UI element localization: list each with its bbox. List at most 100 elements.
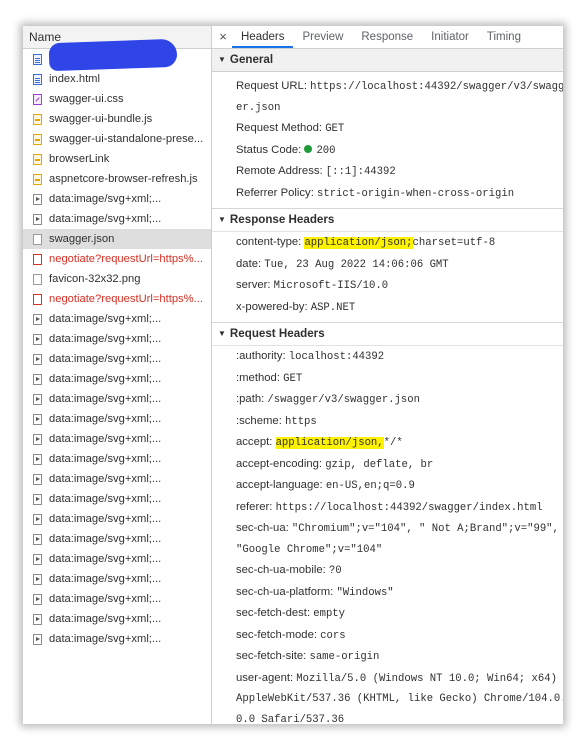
request-row[interactable]: data:image/svg+xml;... (23, 569, 211, 589)
request-headers-section: ▼ Request Headers :authority: localhost:4… (212, 323, 563, 724)
request-row[interactable]: data:image/svg+xml;... (23, 389, 211, 409)
request-row[interactable]: favicon-32x32.png (23, 269, 211, 289)
request-name: browserLink (49, 153, 110, 165)
request-name: swagger-ui.css (49, 93, 124, 105)
request-row[interactable]: data:image/svg+xml;... (23, 409, 211, 429)
image-icon (33, 633, 42, 645)
request-row[interactable]: swagger.json (23, 229, 211, 249)
request-row[interactable]: swagger-ui-bundle.js (23, 109, 211, 129)
date-row: date: Tue, 23 Aug 2022 14:06:06 GMT (236, 257, 449, 271)
request-row[interactable]: negotiate?requestUrl=https%... (23, 289, 211, 309)
accept-row: accept: application/json,*/* (236, 436, 403, 449)
general-section-header[interactable]: ▼ General (212, 49, 563, 72)
script-icon (33, 113, 42, 125)
image-icon (33, 413, 42, 425)
tab-timing[interactable]: Timing (478, 26, 530, 48)
request-url-value: https://localhost:44392/swagger/v3/swagg (310, 81, 563, 93)
request-row[interactable]: swagger-ui.css (23, 89, 211, 109)
request-details-panel: × Headers Preview Response Initiator Tim… (212, 26, 563, 724)
tab-headers[interactable]: Headers (232, 26, 294, 48)
request-row[interactable]: data:image/svg+xml;... (23, 489, 211, 509)
request-name: swagger.json (49, 233, 115, 245)
request-name: negotiate?requestUrl=https%... (49, 293, 203, 305)
accept-language-row: accept-language: en-US,en;q=0.9 (236, 479, 415, 492)
status-code-value: 200 (316, 144, 336, 157)
request-row[interactable]: data:image/svg+xml;... (23, 549, 211, 569)
request-row[interactable]: data:image/svg+xml;... (23, 309, 211, 329)
request-row[interactable]: data:image/svg+xml;... (23, 349, 211, 369)
request-name: data:image/svg+xml;... (49, 373, 162, 385)
tab-initiator[interactable]: Initiator (422, 26, 478, 48)
response-headers-header[interactable]: ▼ Response Headers (212, 209, 563, 232)
request-row[interactable]: data:image/svg+xml;... (23, 209, 211, 229)
image-icon (33, 513, 42, 525)
file-icon (33, 273, 42, 285)
request-name: data:image/svg+xml;... (49, 393, 162, 405)
request-name: data:image/svg+xml;... (49, 553, 162, 565)
request-name: data:image/svg+xml;... (49, 593, 162, 605)
request-row[interactable]: data:image/svg+xml;... (23, 449, 211, 469)
document-icon (33, 53, 42, 65)
sec-fetch-dest-row: sec-fetch-dest: empty (236, 607, 346, 620)
remote-address-row: Remote Address: [::1]:44392 (236, 165, 396, 178)
scheme-row: :scheme: https (236, 414, 317, 428)
sec-ch-ua-platform-row: sec-ch-ua-platform: "Windows" (236, 585, 394, 599)
sec-ch-ua-value-cont: "Google Chrome";v="104" (236, 543, 383, 556)
sec-ch-ua-row: sec-ch-ua: "Chromium";v="104", " Not A;B… (236, 522, 559, 535)
collapse-triangle-icon: ▼ (218, 329, 226, 338)
request-row[interactable]: data:image/svg+xml;... (23, 529, 211, 549)
referrer-policy-row: Referrer Policy: strict-origin-when-cros… (236, 186, 515, 200)
image-icon (33, 573, 42, 585)
remote-address-value: [::1]:44392 (325, 166, 396, 178)
sec-fetch-site-row: sec-fetch-site: same-origin (236, 650, 380, 663)
request-row[interactable]: negotiate?requestUrl=https%... (23, 249, 211, 269)
referer-row: referer: https://localhost:44392/swagger… (236, 500, 543, 514)
image-icon (33, 353, 42, 365)
request-name: negotiate?requestUrl=https%... (49, 253, 203, 265)
image-icon (33, 373, 42, 385)
request-name: data:image/svg+xml;... (49, 453, 162, 465)
request-row[interactable]: swagger-ui-standalone-prese... (23, 129, 211, 149)
request-url-key: Request URL: (236, 80, 307, 92)
request-headers-header[interactable]: ▼ Request Headers (212, 323, 563, 346)
status-ok-dot-icon (304, 144, 313, 153)
close-icon[interactable]: × (214, 26, 232, 48)
stylesheet-icon (33, 93, 42, 105)
authority-row: :authority: localhost:44392 (236, 350, 385, 363)
details-tab-bar: × Headers Preview Response Initiator Tim… (212, 26, 563, 49)
sec-fetch-mode-row: sec-fetch-mode: cors (236, 628, 346, 642)
request-name: swagger-ui-bundle.js (49, 113, 153, 125)
script-icon (33, 133, 42, 145)
request-name: data:image/svg+xml;... (49, 573, 162, 585)
tab-response[interactable]: Response (352, 26, 422, 48)
request-url-value-cont: er.json (236, 101, 281, 114)
user-agent-value-cont: 0.0 Safari/537.36 (236, 713, 345, 725)
content-type-row: content-type: application/json;charset=u… (236, 236, 496, 249)
path-row: :path: /swagger/v3/swagger.json (236, 393, 420, 406)
image-icon (33, 553, 42, 565)
request-row[interactable]: data:image/svg+xml;... (23, 469, 211, 489)
image-icon (33, 333, 42, 345)
request-row[interactable]: data:image/svg+xml;... (23, 369, 211, 389)
request-row[interactable]: data:image/svg+xml;... (23, 629, 211, 649)
request-name: data:image/svg+xml;... (49, 533, 162, 545)
request-row[interactable]: data:image/svg+xml;... (23, 189, 211, 209)
request-row[interactable]: data:image/svg+xml;... (23, 329, 211, 349)
request-row[interactable]: data:image/svg+xml;... (23, 609, 211, 629)
file-icon (33, 293, 42, 305)
file-icon (33, 233, 42, 245)
request-row[interactable]: data:image/svg+xml;... (23, 509, 211, 529)
status-code-row: Status Code: 200 (236, 143, 336, 157)
request-name: data:image/svg+xml;... (49, 633, 162, 645)
request-row[interactable]: data:image/svg+xml;... (23, 429, 211, 449)
request-row[interactable]: aspnetcore-browser-refresh.js (23, 169, 211, 189)
collapse-triangle-icon: ▼ (218, 55, 226, 64)
request-row[interactable]: browserLink (23, 149, 211, 169)
request-row[interactable]: index.html (23, 69, 211, 89)
response-headers-section: ▼ Response Headers content-type: applicat… (212, 209, 563, 323)
image-icon (33, 593, 42, 605)
request-row[interactable]: data:image/svg+xml;... (23, 589, 211, 609)
tab-preview[interactable]: Preview (293, 26, 352, 48)
devtools-network-window: Name index.html swagger-ui.css swagger-ui-… (23, 26, 563, 724)
script-icon (33, 173, 42, 185)
